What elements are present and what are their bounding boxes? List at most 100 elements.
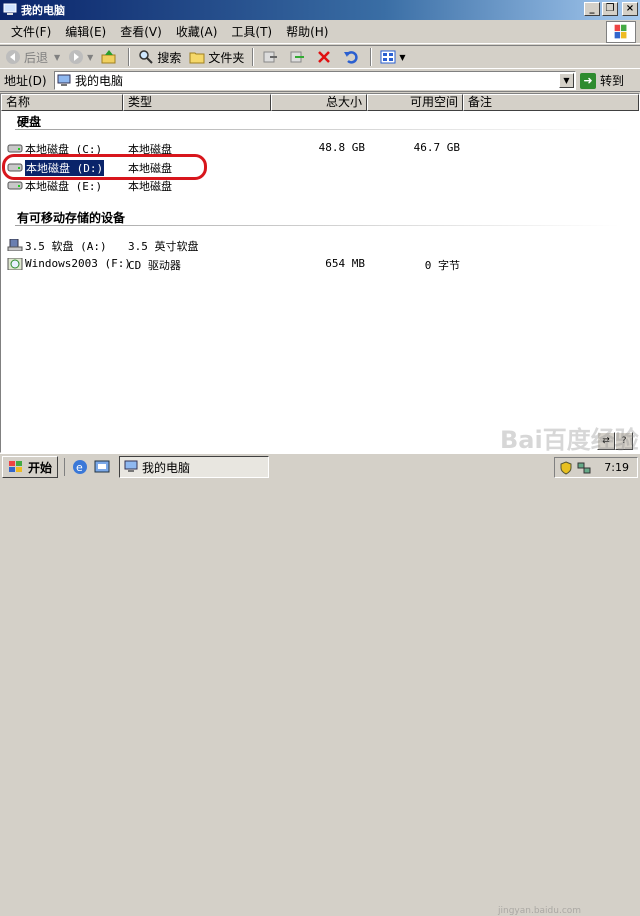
menu-help[interactable]: 帮助(H) — [279, 22, 335, 42]
address-bar: 地址(D) 我的电脑 ▼ ➜ 转到 — [0, 70, 640, 92]
menu-favorites[interactable]: 收藏(A) — [169, 22, 225, 42]
group-divider — [15, 129, 619, 130]
title-bar[interactable]: 我的电脑 _ ❐ × — [0, 0, 640, 20]
drive-type: CD 驱动器 — [128, 259, 181, 272]
my-computer-icon — [3, 3, 17, 15]
group-divider — [15, 225, 619, 226]
undo-icon — [344, 51, 358, 64]
cd-drive-icon — [7, 258, 23, 270]
taskbar: 开始 e 我的电脑 7:19 jingyan.baidu.com — [0, 453, 640, 916]
system-tray: 7:19 — [554, 457, 638, 478]
delete-button[interactable] — [313, 47, 338, 67]
go-label: 转到 — [600, 74, 625, 88]
chevron-down-icon[interactable]: ▼ — [87, 53, 93, 62]
drive-name: Windows2003 (F:) — [25, 257, 131, 270]
network-icon[interactable] — [577, 461, 591, 475]
window-controls: _ ❐ × — [584, 2, 638, 16]
my-computer-icon — [57, 74, 71, 86]
drive-free: 46.7 GB — [413, 141, 460, 154]
windows-flag-icon — [9, 461, 22, 472]
floppy-drive-icon — [7, 239, 23, 251]
views-grid-icon — [380, 50, 396, 64]
quick-launch: e — [64, 458, 111, 476]
drive-name: 本地磁盘 (E:) — [25, 180, 103, 193]
column-type[interactable]: 类型 — [123, 94, 271, 111]
column-comment[interactable]: 备注 — [463, 94, 639, 111]
restore-button[interactable]: ❐ — [602, 2, 618, 16]
column-name[interactable]: 名称 — [1, 94, 123, 111]
show-desktop-icon[interactable] — [93, 458, 111, 476]
help-icon[interactable]: ? — [615, 432, 633, 450]
forward-arrow-icon — [69, 50, 84, 64]
explorer-window: 我的电脑 _ ❐ × 文件(F) 编辑(E) 查看(V) 收藏(A) 工具(T)… — [0, 0, 640, 454]
taskbar-item-label: 我的电脑 — [142, 460, 191, 475]
forward-button[interactable]: ▼ — [65, 47, 96, 67]
drive-type: 本地磁盘 — [128, 180, 172, 193]
menu-tools[interactable]: 工具(T) — [224, 22, 279, 42]
drive-size: 48.8 GB — [318, 141, 365, 154]
minimize-button[interactable]: _ — [584, 2, 600, 16]
clock[interactable]: 7:19 — [604, 461, 629, 474]
drive-row-f[interactable]: Windows2003 (F:) CD 驱动器 654 MB 0 字节 — [5, 255, 625, 273]
windows-logo-icon — [606, 21, 636, 43]
column-total-size[interactable]: 总大小 — [271, 94, 367, 111]
column-header: 名称 类型 总大小 可用空间 备注 — [1, 94, 639, 111]
menu-view[interactable]: 查看(V) — [113, 22, 169, 42]
chevron-down-icon: ▼ — [399, 52, 406, 62]
status-icons: ⇄ ? — [597, 432, 637, 452]
search-button[interactable]: 搜索 — [135, 47, 184, 67]
my-computer-icon — [124, 460, 138, 472]
close-button[interactable]: × — [622, 2, 638, 16]
toolbar-separator — [252, 48, 255, 66]
window-title: 我的电脑 — [21, 4, 65, 17]
delete-x-icon — [318, 51, 331, 63]
hard-disk-icon — [7, 181, 23, 190]
folders-label: 文件夹 — [208, 50, 245, 65]
internet-explorer-icon[interactable]: e — [71, 458, 89, 476]
chevron-down-icon[interactable]: ▼ — [54, 53, 60, 62]
network-icon[interactable]: ⇄ — [597, 432, 615, 450]
drive-size: 654 MB — [325, 257, 365, 270]
menu-edit[interactable]: 编辑(E) — [58, 22, 113, 42]
drive-free: 0 字节 — [424, 259, 460, 272]
address-value: 我的电脑 — [75, 74, 124, 88]
menu-file[interactable]: 文件(F) — [4, 22, 58, 42]
move-to-icon — [263, 51, 278, 63]
toolbar-separator — [128, 48, 131, 66]
back-arrow-icon — [6, 50, 20, 64]
drive-type: 3.5 英寸软盘 — [128, 240, 199, 253]
search-label: 搜索 — [157, 50, 182, 65]
address-dropdown-button[interactable]: ▼ — [559, 73, 574, 88]
address-input[interactable]: 我的电脑 ▼ — [54, 71, 576, 90]
back-button[interactable]: 后退 ▼ — [2, 47, 63, 67]
red-highlight-annotation — [2, 154, 207, 180]
group-removable: 有可移动存储的设备 — [17, 211, 126, 225]
file-list-view[interactable]: 名称 类型 总大小 可用空间 备注 硬盘 本地磁盘 (C:) 本地磁盘 48.8… — [0, 93, 640, 453]
drive-name: 3.5 软盘 (A:) — [25, 240, 107, 253]
address-label: 地址(D) — [4, 74, 47, 88]
watermark-url: jingyan.baidu.com — [498, 906, 582, 916]
go-button[interactable]: ➜ 转到 — [580, 71, 624, 90]
hard-disk-icon — [7, 144, 23, 153]
move-to-button[interactable] — [259, 47, 284, 67]
toolbar-separator — [370, 48, 373, 66]
drive-row-a[interactable]: 3.5 软盘 (A:) 3.5 英寸软盘 — [5, 236, 625, 254]
standard-toolbar: 后退 ▼ ▼ 搜索 文件夹 ▼ — [0, 45, 640, 69]
column-free-space[interactable]: 可用空间 — [367, 94, 463, 111]
group-hard-disks: 硬盘 — [17, 115, 42, 129]
views-button[interactable]: ▼ — [377, 47, 408, 67]
folder-icon — [189, 52, 205, 64]
copy-to-icon — [290, 51, 305, 63]
up-folder-button[interactable] — [98, 47, 123, 67]
start-label: 开始 — [28, 460, 53, 475]
copy-to-button[interactable] — [286, 47, 311, 67]
taskbar-item-my-computer[interactable]: 我的电脑 — [119, 456, 270, 478]
back-label: 后退 — [24, 50, 49, 65]
folders-button[interactable]: 文件夹 — [186, 47, 247, 67]
start-button[interactable]: 开始 — [2, 456, 59, 478]
up-folder-icon — [101, 50, 116, 64]
undo-button[interactable] — [340, 47, 365, 67]
menu-bar: 文件(F) 编辑(E) 查看(V) 收藏(A) 工具(T) 帮助(H) — [0, 20, 640, 44]
shield-icon[interactable] — [559, 460, 573, 475]
search-icon — [139, 50, 154, 64]
